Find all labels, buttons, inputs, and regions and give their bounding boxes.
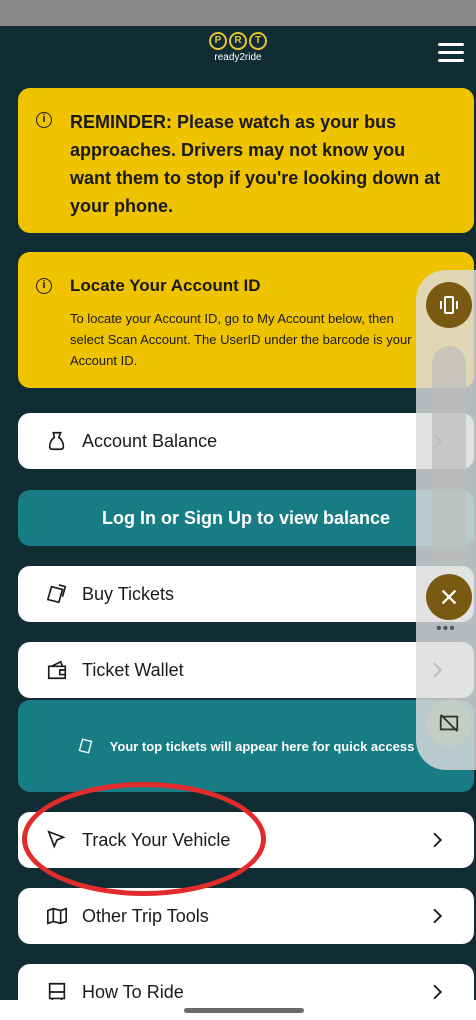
- logo-wordmark: ready2ride: [214, 52, 262, 63]
- locate-body: To locate your Account ID, go to My Acco…: [70, 311, 412, 368]
- buy-tickets-label: Buy Tickets: [82, 583, 175, 604]
- reminder-card: i REMINDER: Please watch as your bus app…: [18, 88, 474, 233]
- floating-toolbar-handle[interactable]: [432, 346, 466, 566]
- close-icon[interactable]: [426, 574, 472, 620]
- reminder-text: REMINDER: Please watch as your bus appro…: [70, 112, 441, 216]
- status-bar: [0, 0, 476, 26]
- logo-letter-t: T: [249, 32, 267, 50]
- chevron-right-icon: [433, 832, 443, 848]
- locate-account-card: i Locate Your Account ID To locate your …: [18, 252, 474, 388]
- wallet-icon: [47, 660, 67, 680]
- info-icon: i: [36, 278, 52, 294]
- screen-cast-off-icon[interactable]: [426, 700, 472, 746]
- account-balance-button[interactable]: Account Balance: [18, 413, 474, 469]
- prt-logo: P R T ready2ride: [203, 32, 273, 63]
- locate-title: Locate Your Account ID: [70, 276, 261, 295]
- map-icon: [47, 907, 67, 925]
- login-prompt-label: Log In or Sign Up to view balance: [101, 507, 391, 528]
- buy-tickets-button[interactable]: Buy Tickets: [18, 566, 474, 622]
- money-bag-icon: [48, 431, 65, 451]
- other-trip-tools-button[interactable]: Other Trip Tools: [18, 888, 474, 944]
- app-header: P R T ready2ride: [0, 26, 476, 86]
- logo-letter-r: R: [229, 32, 247, 50]
- account-balance-label: Account Balance: [82, 430, 218, 451]
- chevron-right-icon: [433, 908, 443, 924]
- home-indicator[interactable]: [184, 1008, 304, 1013]
- chevron-right-icon: [433, 984, 443, 1000]
- logo-letter-p: P: [209, 32, 227, 50]
- other-trip-tools-label: Other Trip Tools: [82, 905, 209, 926]
- login-signup-button[interactable]: Log In or Sign Up to view balance: [18, 490, 474, 546]
- annotation-circle: [22, 782, 266, 896]
- vibrate-phone-icon[interactable]: [426, 282, 472, 328]
- ticket-wallet-label: Ticket Wallet: [82, 659, 184, 680]
- hamburger-menu-icon[interactable]: [438, 43, 464, 63]
- more-options-icon[interactable]: •••: [436, 620, 456, 638]
- quick-access-banner: Your top tickets will appear here for qu…: [18, 700, 474, 792]
- tickets-icon: [46, 584, 67, 604]
- quick-access-text: Your top tickets will appear here for qu…: [109, 738, 415, 754]
- ticket-icon: [78, 738, 93, 754]
- info-icon: i: [36, 112, 52, 128]
- ticket-wallet-button[interactable]: Ticket Wallet: [18, 642, 474, 698]
